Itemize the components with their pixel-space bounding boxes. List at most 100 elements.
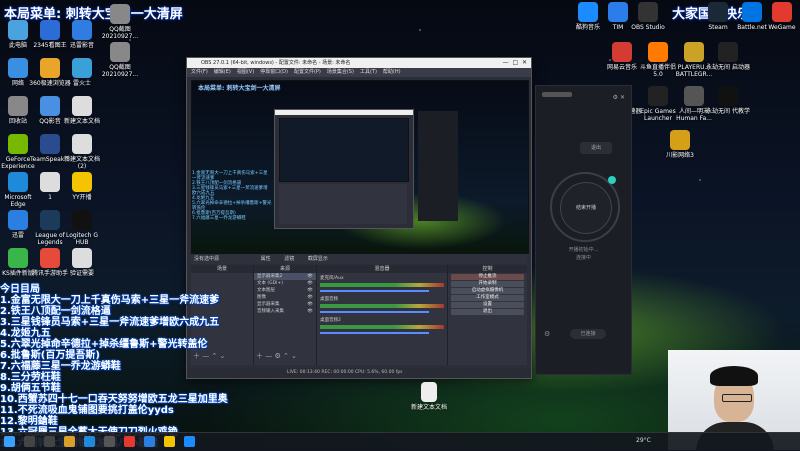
settings-icon[interactable]: ⚙ [544,330,550,338]
app-icon [578,2,598,22]
volume-meter [320,283,444,287]
mixer-channel[interactable]: 桌面音频2 [317,315,447,336]
obs-task-icon[interactable] [104,436,115,447]
app-icon [670,130,690,150]
visibility-icon[interactable]: 👁 [307,301,313,308]
filters-button[interactable]: 滤镜 [284,256,294,262]
app-icon[interactable] [144,436,155,447]
mixer-channel[interactable]: 麦克风/Aux [317,273,447,294]
desktop-icon[interactable]: 永劫无间 代教学 [706,86,750,115]
source-item[interactable]: 显示器采集2 👁 [254,273,316,280]
obs-menubar[interactable]: 文件(F) 编辑(E) 视图(V) 停靠窗口(D) 配置文件(P) 场景集合(S) 工具(T… [187,68,531,77]
edge-icon[interactable] [84,436,95,447]
desktop-icon[interactable]: 川影网络3 [658,130,702,159]
visibility-icon[interactable]: 👁 [307,294,313,301]
control-button[interactable]: 启动虚拟摄像机 [451,288,524,294]
volume-slider[interactable] [320,311,430,313]
source-item[interactable]: 图像 👁 [254,294,316,301]
app-icon [648,86,668,106]
desktop-icon[interactable]: 验证需要 [60,248,104,277]
visibility-icon[interactable]: 👁 [307,280,313,287]
live-circle[interactable]: 结束开播 [550,172,620,242]
menu-item[interactable]: 配置文件(P) [294,69,321,75]
app-icon [72,58,92,78]
control-button[interactable]: 工作室模式 [451,295,524,301]
properties-button[interactable]: 属性 [261,256,271,262]
sources-dock[interactable]: 来源 显示器采集2 👁 文本 (GDI+) 👁 文本图层 👁 图像 👁 显示器采集 👁 音… [254,265,317,365]
end-stream-button[interactable]: 结束开播 [560,182,612,234]
chat-overlay: 今日目局 1.金富无限大一刀上千真伤马索+三星一斧流速爹 2.铁王八顶配一剑流格逼 3… [0,284,228,449]
app-icon [72,210,92,230]
visibility-icon[interactable]: 👁 [307,287,313,294]
source-add-remove[interactable]: ＋ — ⚙ ⌃ ⌄ [256,351,297,361]
start-icon[interactable] [4,436,15,447]
app-icon [40,248,60,268]
control-button[interactable]: 设置 [451,302,524,308]
menu-item[interactable]: 场景集合(S) [327,69,354,75]
menu-item[interactable]: 文件(F) [191,69,208,75]
control-button[interactable]: 退出 [451,309,524,315]
desktop-icon[interactable]: QQ截图20210927... [98,4,142,40]
chat-line: 4.龙姬九五 [0,328,51,339]
visibility-icon[interactable]: 👁 [307,273,313,280]
app-icon[interactable] [184,436,195,447]
streaming-companion-panel[interactable]: ⚙ ✕ 退出 结束开播 开播初始中... 连接中 已连接 ⚙ [535,85,632,375]
desktop-icon[interactable]: 新建文本文档(2) [60,134,104,170]
desktop-icon-label: 永劫无间 启动器 [706,64,750,71]
control-button[interactable]: 停止推流 [451,274,524,280]
search-icon[interactable] [24,436,35,447]
exit-button[interactable]: 退出 [580,142,612,154]
connected-button[interactable]: 已连接 [570,329,606,339]
chat-line: 2.铁王八顶配一剑流格逼 [0,306,111,317]
source-toolbar[interactable]: 没有选中源 属性 滤镜 截屏显示 [191,254,527,264]
chat-line: 12.黎明鎗鞋 [0,416,58,427]
menu-item[interactable]: 编辑(E) [214,69,231,75]
desktop-icon[interactable]: Logitech G HUB [60,210,104,246]
desktop-icon[interactable]: 永劫无间 启动器 [706,42,750,71]
visibility-icon[interactable]: 👁 [307,308,313,315]
source-label: 文本 (GDI+) [257,281,283,286]
source-item[interactable]: 音频输入采集 👁 [254,308,316,315]
desktop-icon-label: 川影网络3 [666,152,694,159]
controls-dock[interactable]: 控制 停止推流 开始录制 启动虚拟摄像机 工作室模式 设置 退出 [448,265,527,365]
file-explorer-icon[interactable] [64,436,75,447]
app-icon[interactable] [164,436,175,447]
chat-line: 1.金富无限大一刀上千真伤马索+三星一斧流速爹 [0,295,220,306]
app-icon [40,58,60,78]
app-icon [684,42,704,62]
volume-slider[interactable] [320,290,430,292]
control-button[interactable]: 开始录制 [451,281,524,287]
obs-preview[interactable]: 本局菜单: 刺转大宝剑一大清屏 1.金富无限大一刀上千真伤马索+三星一斧流速爹 2… [191,80,529,254]
window-controls[interactable]: — □ ✕ [503,58,527,68]
obs-titlebar[interactable]: OBS 27.0.1 (64-bit, windows) - 配置文件: 未命名… [187,58,531,68]
mixer-channel[interactable]: 桌面音频 [317,294,447,315]
desktop-icon[interactable]: 新建文本文档 [60,96,104,125]
menu-item[interactable]: 视图(V) [237,69,254,75]
app-icon [8,134,28,154]
app-icon [72,172,92,192]
desktop-icon[interactable]: QQ截图20210927... [98,42,142,78]
app-icon [72,20,92,40]
source-label: 显示器采集 [257,302,280,307]
desktop-file-icon[interactable]: 新建文本文档 [408,382,450,411]
desktop-icon-label: OBS Studio [631,24,665,31]
source-item[interactable]: 文本 (GDI+) 👁 [254,280,316,287]
mixer-dock[interactable]: 混音器 麦克风/Aux 桌面音频 桌面音频2 [317,265,448,365]
panel-window-controls[interactable]: ⚙ ✕ [613,94,625,101]
app-icon [40,20,60,40]
source-item[interactable]: 文本图层 👁 [254,287,316,294]
source-item[interactable]: 显示器采集 👁 [254,301,316,308]
app-icon[interactable] [124,436,135,447]
desktop-icon[interactable]: YY开播 [60,172,104,201]
desktop-icon[interactable]: OBS Studio [626,2,670,31]
task-view-icon[interactable] [44,436,55,447]
desktop-icon[interactable]: WeGame [760,2,800,31]
app-icon [742,2,762,22]
menu-item[interactable]: 停靠窗口(D) [260,69,288,75]
app-icon [40,210,60,230]
obs-window[interactable]: OBS 27.0.1 (64-bit, windows) - 配置文件: 未命名… [186,57,532,379]
menu-item[interactable]: 帮助(H) [383,69,401,75]
screenshot-button[interactable]: 截屏显示 [308,256,328,262]
menu-item[interactable]: 工具(T) [360,69,377,75]
volume-slider[interactable] [320,332,430,334]
